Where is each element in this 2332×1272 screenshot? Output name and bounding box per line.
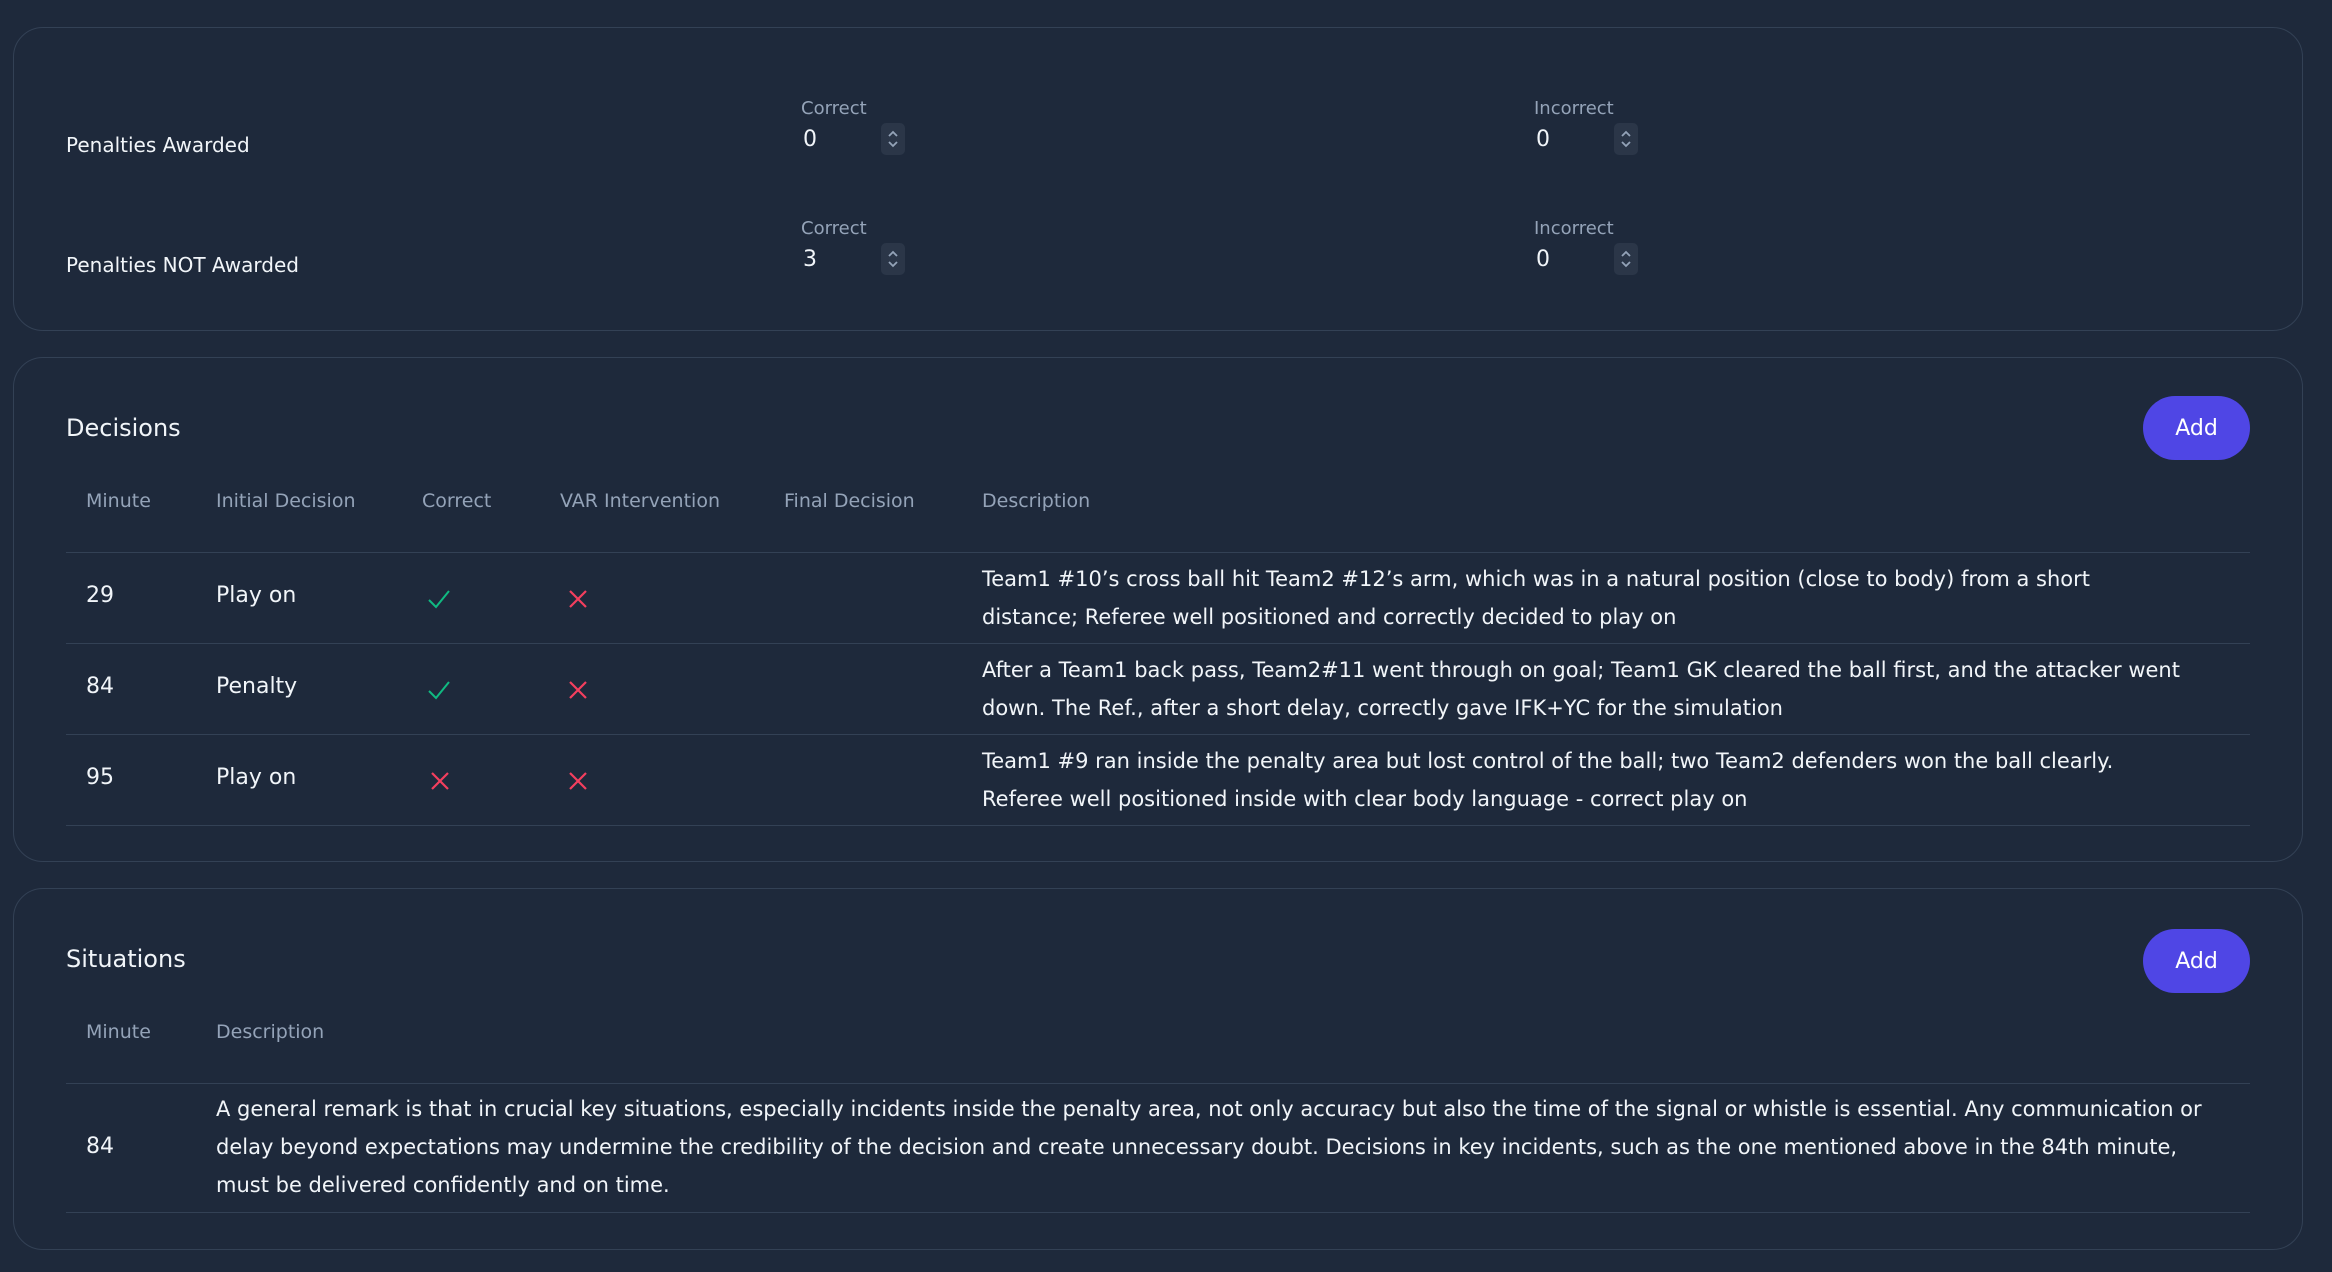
decisions-card: Decisions Add Minute Initial Decision Co… [13, 357, 2303, 862]
situations-card: Situations Add Minute Description 84 A g… [13, 888, 2303, 1250]
penalties-not-awarded-label: Penalties NOT Awarded [66, 253, 299, 277]
penalties-awarded-label: Penalties Awarded [66, 133, 250, 157]
stepper-chevrons-icon [1621, 250, 1631, 268]
cross-icon [569, 590, 587, 608]
input-value: 0 [1536, 247, 1550, 272]
table-header: Minute Description [66, 1005, 2250, 1061]
stepper-chevrons-icon [888, 250, 898, 268]
column-var-intervention: VAR Intervention [560, 490, 720, 512]
add-situation-button[interactable]: Add [2143, 929, 2250, 993]
description-cell: A general remark is that in crucial key … [216, 1097, 2202, 1197]
penalties-not-awarded-incorrect-field: Incorrect 0 [1534, 218, 1638, 281]
correct-label: Correct [801, 218, 867, 239]
input-value: 3 [803, 247, 817, 272]
input-value: 0 [803, 127, 817, 152]
penalties-not-awarded-row: Penalties NOT Awarded Correct 3 Incorrec… [66, 193, 2250, 277]
number-stepper[interactable] [1614, 243, 1638, 275]
penalties-card: Penalties Awarded Correct 0 Incorrect 0 … [13, 27, 2303, 331]
add-decision-button[interactable]: Add [2143, 396, 2250, 460]
penalties-awarded-correct-field: Correct 0 [801, 98, 905, 161]
description-cell: Team1 #9 ran inside the penalty area but… [982, 749, 2114, 811]
check-icon [428, 590, 450, 609]
column-correct: Correct [422, 490, 492, 512]
column-initial-decision: Initial Decision [216, 490, 356, 512]
page: Penalties Awarded Correct 0 Incorrect 0 … [0, 0, 2332, 1272]
decisions-title: Decisions [66, 414, 181, 442]
penalties-awarded-incorrect-field: Incorrect 0 [1534, 98, 1638, 161]
description-cell: Team1 #10’s cross ball hit Team2 #12’s a… [982, 567, 2090, 629]
number-stepper[interactable] [1614, 123, 1638, 155]
penalties-awarded-correct-input[interactable]: 0 [801, 123, 905, 161]
table-row: 84 Penalty After a Team1 back pass, Team… [66, 643, 2250, 734]
cross-icon [431, 772, 449, 790]
stepper-chevrons-icon [1621, 130, 1631, 148]
penalties-awarded-row: Penalties Awarded Correct 0 Incorrect 0 [66, 73, 2250, 157]
input-value: 0 [1536, 127, 1550, 152]
table-row: 95 Play on Team1 #9 ran inside the penal… [66, 734, 2250, 826]
table-row: 29 Play on Team1 #10’s cross ball hit Te… [66, 552, 2250, 643]
table-row: 84 A general remark is that in crucial k… [66, 1083, 2250, 1213]
column-minute: Minute [86, 490, 151, 512]
initial-decision-cell: Play on [216, 765, 297, 790]
correct-label: Correct [801, 98, 867, 119]
penalties-not-awarded-incorrect-input[interactable]: 0 [1534, 243, 1638, 281]
table-header: Minute Initial Decision Correct VAR Inte… [66, 474, 2250, 530]
column-minute: Minute [86, 1021, 151, 1043]
check-icon [428, 681, 450, 700]
initial-decision-cell: Play on [216, 583, 297, 608]
number-stepper[interactable] [881, 123, 905, 155]
minute-cell: 29 [86, 583, 114, 608]
minute-cell: 84 [86, 1134, 114, 1159]
stepper-chevrons-icon [888, 130, 898, 148]
penalties-not-awarded-correct-field: Correct 3 [801, 218, 905, 281]
minute-cell: 84 [86, 674, 114, 699]
column-description: Description [982, 490, 1091, 512]
number-stepper[interactable] [881, 243, 905, 275]
initial-decision-cell: Penalty [216, 674, 298, 699]
penalties-not-awarded-correct-input[interactable]: 3 [801, 243, 905, 281]
minute-cell: 95 [86, 765, 114, 790]
incorrect-label: Incorrect [1534, 98, 1614, 119]
situations-table: Minute Description 84 A general remark i… [66, 1005, 2250, 1213]
decisions-table: Minute Initial Decision Correct VAR Inte… [66, 474, 2250, 826]
column-final-decision: Final Decision [784, 490, 915, 512]
column-description: Description [216, 1021, 325, 1043]
situations-title: Situations [66, 945, 186, 973]
incorrect-label: Incorrect [1534, 218, 1614, 239]
description-cell: After a Team1 back pass, Team2#11 went t… [982, 658, 2180, 720]
cross-icon [569, 772, 587, 790]
penalties-awarded-incorrect-input[interactable]: 0 [1534, 123, 1638, 161]
cross-icon [569, 681, 587, 699]
